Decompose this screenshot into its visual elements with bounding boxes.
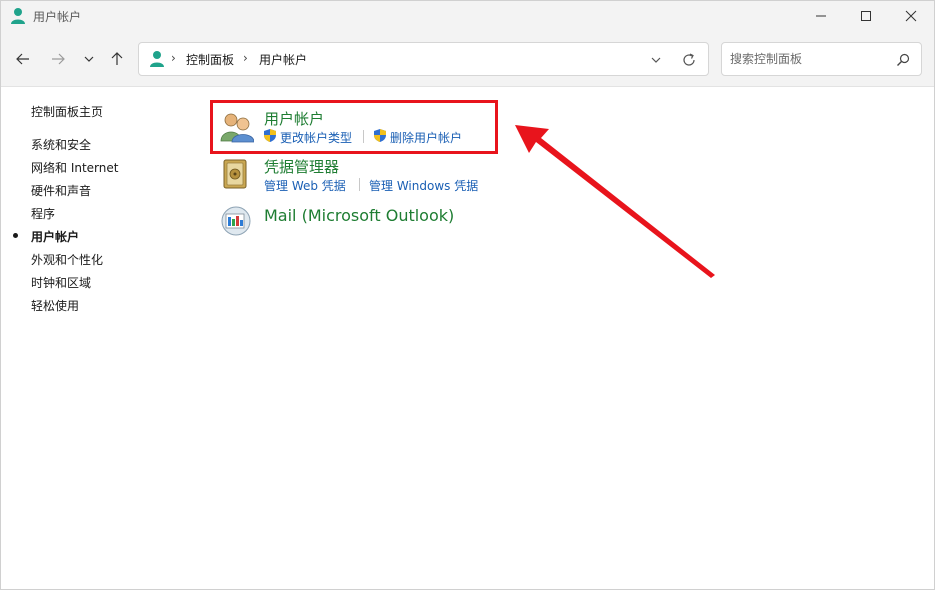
back-button[interactable] xyxy=(11,47,35,71)
mail-icon[interactable] xyxy=(219,205,253,237)
search-icon[interactable] xyxy=(896,53,910,67)
manage-web-credentials-link[interactable]: 管理 Web 凭据 xyxy=(264,177,346,194)
red-arrow-icon xyxy=(515,125,715,278)
manage-windows-credentials-link[interactable]: 管理 Windows 凭据 xyxy=(369,177,478,194)
nav-item-system-security[interactable]: 系统和安全 xyxy=(31,136,91,153)
navigation-bar: › 控制面板 › 用户帐户 xyxy=(1,31,934,87)
user-accounts-location-icon xyxy=(150,51,164,67)
category-title-credential-manager[interactable]: 凭据管理器 xyxy=(264,156,339,177)
up-arrow-icon xyxy=(111,52,123,65)
nav-item-hardware-sound[interactable]: 硬件和声音 xyxy=(31,182,91,199)
refresh-icon[interactable] xyxy=(681,52,697,68)
minimize-icon xyxy=(816,15,826,17)
title-bar: 用户帐户 xyxy=(1,1,934,31)
forward-button[interactable] xyxy=(46,47,70,71)
active-bullet-icon xyxy=(13,233,18,238)
breadcrumb-control-panel[interactable]: 控制面板 xyxy=(186,51,234,68)
left-nav-pane: 控制面板主页 系统和安全 网络和 Internet 硬件和声音 程序 用户帐户 … xyxy=(1,87,201,587)
credential-manager-icon[interactable] xyxy=(222,158,248,190)
back-arrow-icon xyxy=(16,53,29,65)
search-input[interactable] xyxy=(730,50,890,68)
breadcrumb-user-accounts[interactable]: 用户帐户 xyxy=(259,51,307,68)
address-bar[interactable]: › 控制面板 › 用户帐户 xyxy=(138,42,709,76)
chevron-down-icon[interactable] xyxy=(649,53,663,67)
minimize-button[interactable] xyxy=(798,1,844,31)
close-button[interactable] xyxy=(888,1,934,31)
nav-item-user-accounts[interactable]: 用户帐户 xyxy=(31,228,79,245)
chevron-down-icon xyxy=(84,56,94,62)
nav-item-ease-of-access[interactable]: 轻松使用 xyxy=(31,297,79,314)
forward-arrow-icon xyxy=(52,53,65,65)
nav-item-clock-region[interactable]: 时钟和区域 xyxy=(31,274,91,291)
breadcrumb-separator-icon[interactable]: › xyxy=(243,51,248,65)
nav-item-network-internet[interactable]: 网络和 Internet xyxy=(31,159,118,176)
search-box[interactable] xyxy=(721,42,922,76)
highlight-box xyxy=(210,100,498,154)
up-button[interactable] xyxy=(105,47,129,71)
window-title: 用户帐户 xyxy=(33,10,82,24)
control-panel-home-link[interactable]: 控制面板主页 xyxy=(31,103,103,120)
maximize-icon xyxy=(861,11,871,21)
category-title-mail[interactable]: Mail (Microsoft Outlook) xyxy=(264,206,454,225)
maximize-button[interactable] xyxy=(843,1,889,31)
control-panel-window: 用户帐户 › 控制面板 › 用户帐户 搜索控制面板 控制面板主页 系统和安全 网… xyxy=(0,0,935,590)
breadcrumb-separator-icon[interactable]: › xyxy=(171,51,176,65)
nav-item-programs[interactable]: 程序 xyxy=(31,205,55,222)
close-icon xyxy=(905,10,917,22)
nav-item-appearance[interactable]: 外观和个性化 xyxy=(31,251,103,268)
link-separator xyxy=(359,178,360,191)
user-accounts-app-icon xyxy=(11,8,25,24)
recent-locations-button[interactable] xyxy=(77,47,101,71)
